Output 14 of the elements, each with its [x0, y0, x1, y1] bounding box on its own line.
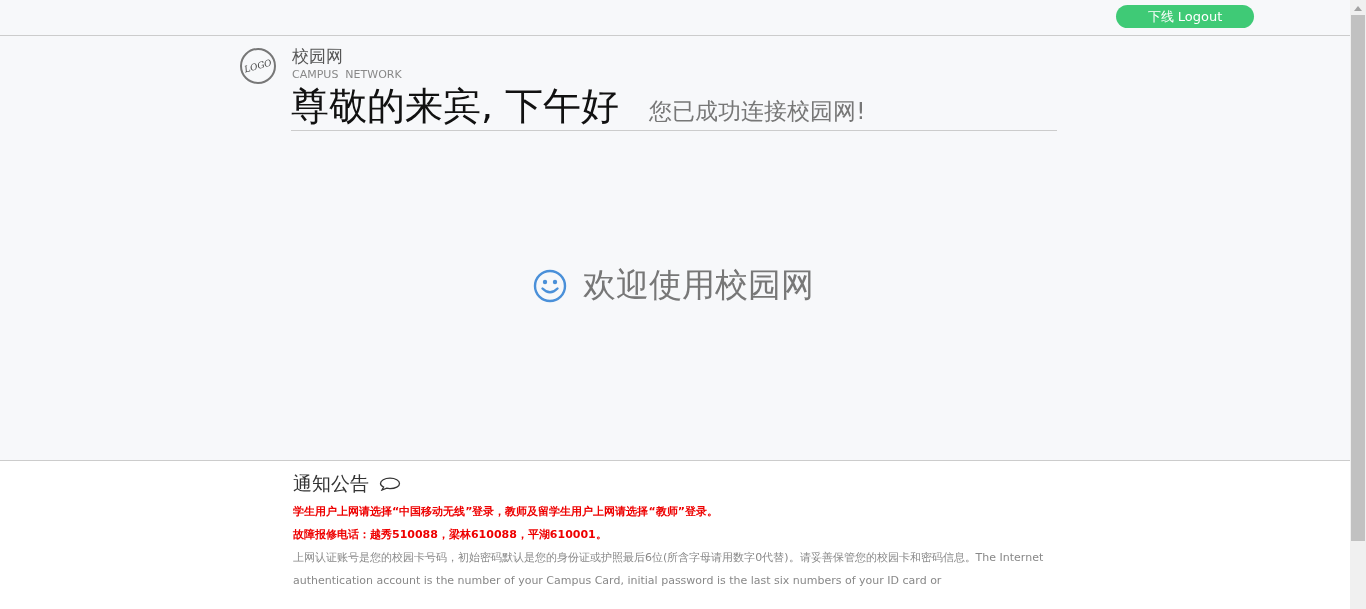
logo: LOGO [240, 48, 276, 84]
notice-title: 通知公告 [293, 471, 369, 496]
speech-bubble-icon [379, 477, 401, 491]
connection-message: 您已成功连接校园网! [649, 97, 866, 126]
alert-notice: 学生用户上网请选择“中国移动无线”登录，教师及留学生用户上网请选择“教师”登录。 [293, 505, 719, 519]
scrollbar[interactable] [1350, 0, 1366, 609]
welcome-text: 欢迎使用校园网 [582, 264, 814, 306]
notice-paragraph: 上网认证账号是您的校园卡号码，初始密码默认是您的身份证或护照最后6位(所含字母请用数字0代替)。请妥善保管您的校园卡和密码信息。The Internet authentication account is the number of your Campus Card, initial password is the last six numbers of your ID card or [293, 550, 1045, 589]
alert-notice: 故障报修电话：越秀510088，梁林610088，平湖610001。 [293, 528, 608, 542]
smiley-icon [532, 268, 567, 303]
logout-button[interactable]: 下线 Logout [1116, 5, 1254, 28]
greeting-title: 尊敬的来宾, 下午好 [291, 83, 620, 130]
site-name: 校园网 [292, 46, 344, 66]
site-subtitle: CAMPUS NETWORK [292, 68, 402, 81]
